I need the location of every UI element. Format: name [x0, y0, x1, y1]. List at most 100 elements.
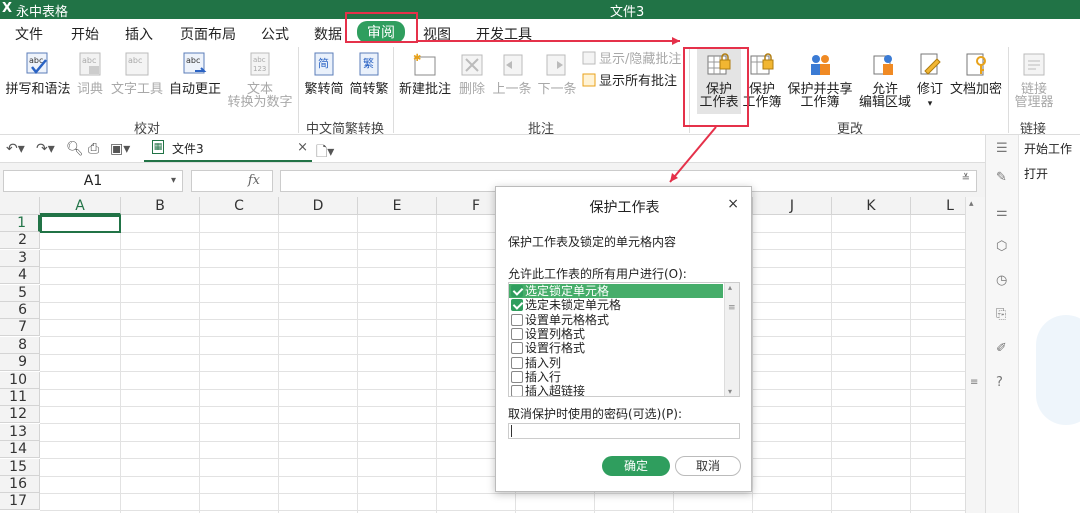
row-header[interactable]: 14 [0, 441, 40, 459]
spell-grammar-button[interactable]: abc 拼写和语法 [3, 51, 73, 96]
scroll-down-icon[interactable]: ▾ [728, 387, 732, 396]
permission-item[interactable]: 选定锁定单元格 [509, 284, 723, 298]
cube-icon[interactable]: ⬡ [996, 239, 1007, 254]
permission-item[interactable]: 插入列 [509, 356, 723, 370]
previous-comment-button[interactable]: 上一条 [490, 51, 534, 96]
edit-icon[interactable]: ✐ [996, 341, 1007, 356]
track-changes-button[interactable]: 修订 ▾ [914, 51, 946, 111]
permission-item[interactable]: 设置列格式 [509, 327, 723, 341]
row-header[interactable]: 11 [0, 389, 40, 406]
row-header[interactable]: 4 [0, 267, 40, 285]
row-header[interactable]: 1 [0, 215, 40, 232]
close-icon[interactable]: × [297, 140, 308, 155]
permission-item[interactable]: 设置行格式 [509, 341, 723, 355]
checkbox[interactable] [511, 356, 523, 369]
tab-view[interactable]: 视图 [423, 24, 451, 44]
row-header[interactable]: 7 [0, 319, 40, 337]
column-header[interactable]: J [753, 197, 832, 215]
checkbox[interactable] [511, 342, 523, 355]
print-preview-icon[interactable]: 🔍︎ [66, 141, 84, 157]
row-header[interactable]: 15 [0, 458, 40, 476]
tab-file[interactable]: 文件 [15, 24, 43, 44]
show-hide-comment-button[interactable]: 显示/隐藏批注 [582, 48, 681, 67]
new-comment-button[interactable]: ✱ 新建批注 [396, 51, 454, 96]
row-header[interactable]: 12 [0, 406, 40, 424]
dictionary-button[interactable]: abc 词典 [74, 51, 106, 96]
row-header[interactable]: 8 [0, 336, 40, 354]
row-header[interactable]: 3 [0, 249, 40, 267]
checkbox[interactable] [511, 313, 523, 326]
scroll-up-icon[interactable]: ▴ [728, 283, 732, 292]
expand-formula-icon[interactable]: ≚ [962, 173, 970, 184]
permission-list[interactable]: 选定锁定单元格 选定未锁定单元格 设置单元格格式 设置列格式 设置行格式 插入列 插入行 插入… [508, 282, 740, 397]
row-header[interactable]: 6 [0, 302, 40, 319]
permission-item[interactable]: 插入行 [509, 370, 723, 384]
permission-item[interactable]: 插入超链接 [509, 384, 723, 396]
password-input[interactable] [508, 423, 740, 439]
chevron-down-icon[interactable]: ▾ [171, 171, 176, 191]
dialog-close-button[interactable]: × [727, 196, 739, 212]
redo-icon[interactable]: ↷▾ [36, 141, 55, 157]
name-box[interactable]: A1 ▾ [3, 170, 183, 192]
document-encrypt-button[interactable]: 文档加密 [948, 51, 1004, 96]
clock-icon[interactable]: ◷ [996, 273, 1007, 288]
select-all-corner[interactable] [0, 197, 40, 215]
traditional-to-simplified-button[interactable]: 简 繁转简 [302, 51, 346, 96]
column-header[interactable]: D [279, 197, 358, 215]
row-header[interactable]: 10 [0, 371, 40, 389]
tab-page-layout[interactable]: 页面布局 [180, 24, 236, 44]
save-icon[interactable]: ▣▾ [110, 141, 130, 157]
checkbox[interactable] [511, 370, 523, 383]
tab-home[interactable]: 开始 [71, 24, 99, 44]
row-header[interactable]: 5 [0, 284, 40, 302]
column-header[interactable]: A [40, 197, 121, 215]
vertical-scrollbar[interactable]: ▴ ≡ [965, 197, 985, 513]
pen-icon[interactable]: ✎ [996, 170, 1007, 185]
row-header[interactable]: 2 [0, 232, 40, 250]
print-icon[interactable]: ⎙ [88, 141, 99, 157]
tab-developer[interactable]: 开发工具 [476, 24, 532, 44]
column-header[interactable]: K [832, 197, 911, 215]
checkbox[interactable] [511, 285, 523, 297]
column-header[interactable]: E [358, 197, 437, 215]
scroll-handle[interactable]: ≡ [728, 303, 736, 313]
show-all-comments-button[interactable]: 显示所有批注 [582, 70, 677, 89]
tab-data[interactable]: 数据 [314, 24, 342, 44]
checkbox[interactable] [511, 299, 523, 312]
checkbox[interactable] [511, 327, 523, 340]
allow-edit-ranges-button[interactable]: 允许 编辑区域 [857, 51, 913, 109]
row-header[interactable]: 16 [0, 476, 40, 493]
delete-comment-button[interactable]: 删除 [456, 51, 488, 96]
link-manager-button[interactable]: 链接 管理器 [1012, 51, 1056, 109]
permission-item[interactable]: 设置单元格格式 [509, 313, 723, 327]
protect-share-workbook-button[interactable]: 保护并共享 工作簿 [785, 51, 855, 109]
clipboard-icon[interactable]: ⎘ [996, 307, 1006, 322]
permission-item[interactable]: 选定未锁定单元格 [509, 298, 723, 312]
file-tab[interactable]: ▦ 文件3 × [144, 137, 312, 162]
row-header[interactable]: 13 [0, 423, 40, 441]
next-comment-button[interactable]: 下一条 [535, 51, 579, 96]
text-to-number-button[interactable]: abc 123 文本 转换为数字 [224, 51, 296, 109]
column-header[interactable]: C [200, 197, 279, 215]
tab-formulas[interactable]: 公式 [261, 24, 289, 44]
cancel-button[interactable]: 取消 [675, 456, 741, 476]
open-link[interactable]: 打开 [1024, 165, 1048, 182]
ok-button[interactable]: 确定 [602, 456, 670, 476]
scroll-handle[interactable]: ≡ [970, 377, 978, 388]
row-header[interactable]: 17 [0, 493, 40, 511]
row-header[interactable]: 9 [0, 354, 40, 372]
text-tools-button[interactable]: abc 文字工具 [110, 51, 164, 96]
help-icon[interactable]: ? [996, 375, 1003, 390]
spreadsheet-grid[interactable]: ABCDEFGHIJKL 1234567891011121314151617 [0, 197, 965, 513]
settings-sliders-icon[interactable]: ⚌ [996, 205, 1008, 220]
simplified-to-traditional-button[interactable]: 繁 简转繁 [347, 51, 391, 96]
column-header[interactable]: L [911, 197, 965, 215]
menu-icon[interactable]: ☰ [996, 141, 1008, 156]
checkbox[interactable] [511, 385, 523, 396]
scroll-up-icon[interactable]: ▴ [969, 199, 974, 209]
column-header[interactable]: B [121, 197, 200, 215]
autocorrect-button[interactable]: abc 自动更正 [167, 51, 223, 96]
list-scrollbar[interactable]: ▴ ≡ ▾ [724, 283, 739, 396]
tab-insert[interactable]: 插入 [125, 24, 153, 44]
new-document-icon[interactable]: 🗋▾ [316, 141, 334, 165]
